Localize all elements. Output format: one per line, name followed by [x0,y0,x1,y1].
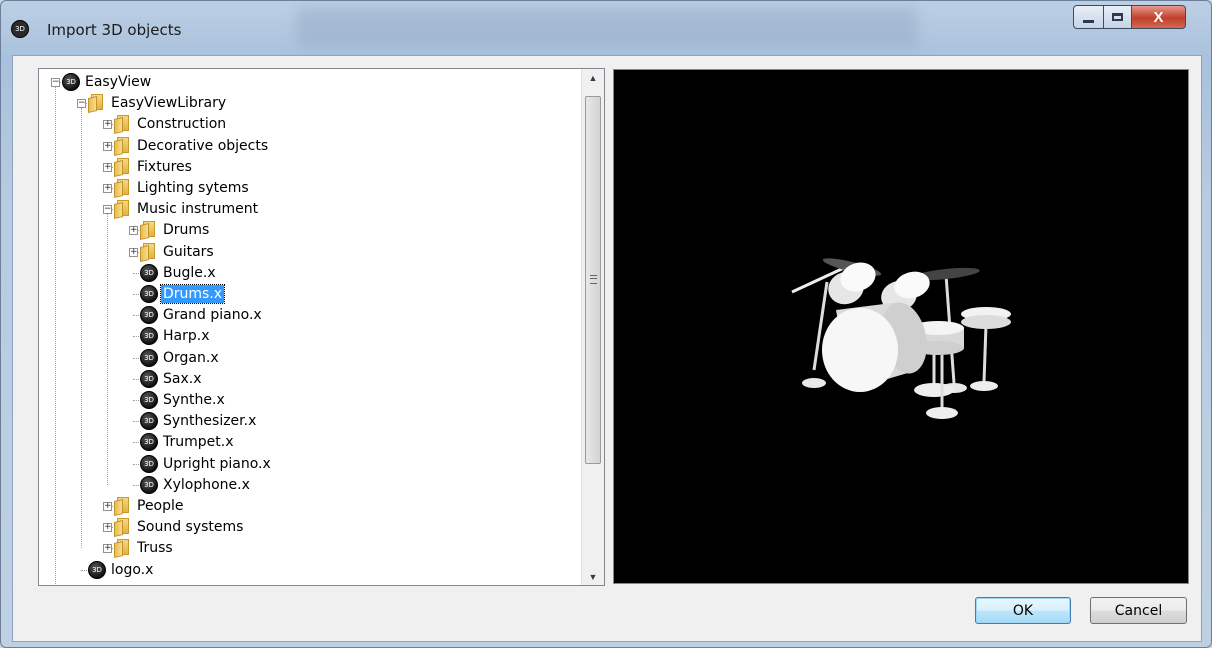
tree-expander-plus-icon[interactable]: + [129,226,138,236]
tree-file-label[interactable]: Trumpet.x [161,433,236,451]
3d-object-file-icon: 3D [140,454,158,473]
tree-file-label[interactable]: Synthesizer.x [161,412,258,430]
grip-icon [590,275,597,284]
folder-icon [114,539,129,559]
tree-expander-plus-icon[interactable]: + [103,141,112,151]
3d-object-file-icon: 3D [140,348,158,367]
tree-file-label[interactable]: Synthe.x [161,391,227,409]
tree-content: −3D EasyView − EasyViewLibrary + Construction… [39,69,582,585]
tree-folder-label[interactable]: Lighting sytems [135,179,251,197]
import-dialog-window: 3D Import 3D objects X −3D EasyView − EasyV… [0,0,1212,648]
tree-expander-plus-icon[interactable]: + [103,523,112,533]
maximize-button[interactable] [1104,5,1132,29]
tree-expander-plus-icon[interactable]: + [103,184,112,193]
folder-icon [114,136,129,156]
drum-kit-model-preview [791,258,1011,419]
tree-folder-label[interactable]: People [135,497,186,515]
folder-icon [88,94,103,114]
window-title: Import 3D objects [47,21,182,39]
tree-folder-label[interactable]: Construction [135,115,228,133]
minimize-icon [1083,19,1094,23]
tree-file-label[interactable]: logo.x [109,561,155,579]
tree-file-label[interactable]: Organ.x [161,349,221,367]
folder-icon [114,157,129,177]
3d-object-file-icon: 3D [140,475,158,494]
tree-file-label[interactable]: EasyView [83,73,153,91]
3d-object-file-icon: 3D [140,433,158,452]
3d-preview-viewport[interactable] [613,69,1189,584]
tree-folder-label[interactable]: Drums [161,221,211,239]
3d-object-file-icon: 3D [140,306,158,325]
background-blur [297,7,917,47]
tree-file-label[interactable]: Bugle.x [161,264,218,282]
folder-icon [140,242,155,262]
dialog-client-area: −3D EasyView − EasyViewLibrary + Construction… [12,55,1202,642]
tree-file-label[interactable]: Grand piano.x [161,306,264,324]
3d-object-file-icon: 3D [140,285,158,303]
tree-connector-line [107,214,108,485]
tree-vertical-scrollbar[interactable]: ▲ ▼ [581,69,604,585]
tree-connector-line [55,87,56,585]
title-bar[interactable]: 3D Import 3D objects X [1,1,1211,55]
3d-object-file-icon: 3D [88,560,106,579]
3d-object-file-icon: 3D [140,369,158,388]
tree-folder-label[interactable]: Decorative objects [135,137,270,155]
tree-file-label[interactable]: Drums.x [159,284,226,304]
tree-expander-plus-icon[interactable]: + [103,544,112,554]
tree-file-label[interactable]: Sax.x [161,370,204,388]
cancel-button[interactable]: Cancel [1090,597,1187,624]
tree-file-label[interactable]: Harp.x [161,327,211,345]
close-icon: X [1153,8,1164,26]
scroll-up-arrow-icon[interactable]: ▲ [582,69,604,86]
maximize-icon [1112,13,1123,21]
tree-folder-label[interactable]: Truss [135,539,175,557]
3d-object-file-icon: 3D [140,327,158,346]
tree-expander-minus-icon[interactable]: − [77,99,86,109]
3d-object-file-icon: 3D [140,412,158,431]
folder-icon [114,179,129,198]
minimize-button[interactable] [1073,5,1104,29]
caption-buttons: X [1073,5,1186,31]
folder-icon [114,115,129,135]
tree-expander-minus-icon[interactable]: − [103,205,112,215]
3d-object-file-icon: 3D [62,73,80,91]
tree-expander-plus-icon[interactable]: + [129,247,138,257]
3d-object-file-icon: 3D [140,263,158,282]
tree-folder-label[interactable]: Music instrument [135,200,260,218]
folder-icon [114,200,129,220]
scroll-thumb[interactable] [585,96,601,464]
scroll-down-arrow-icon[interactable]: ▼ [582,568,604,585]
folder-icon [114,518,129,538]
folder-icon [140,221,155,241]
tree-folder-label[interactable]: EasyViewLibrary [109,94,228,112]
library-tree-view[interactable]: −3D EasyView − EasyViewLibrary + Construction… [38,68,605,586]
tree-expander-plus-icon[interactable]: + [103,502,112,511]
tree-folder-label[interactable]: Sound systems [135,518,245,536]
tree-expander-plus-icon[interactable]: + [103,120,112,130]
tree-file-label[interactable]: Upright piano.x [161,455,273,473]
tree-file-label[interactable]: Xylophone.x [161,476,252,494]
close-button[interactable]: X [1132,5,1186,29]
folder-icon [114,497,129,516]
tree-connector-line [81,108,82,549]
tree-folder-label[interactable]: Guitars [161,243,216,261]
tree-expander-minus-icon[interactable]: − [51,78,60,87]
3d-object-file-icon: 3D [140,391,158,409]
ok-button[interactable]: OK [975,597,1071,624]
tree-expander-plus-icon[interactable]: + [103,162,112,172]
easyview-logo-icon: 3D [11,20,29,38]
tree-folder-label[interactable]: Fixtures [135,158,194,176]
